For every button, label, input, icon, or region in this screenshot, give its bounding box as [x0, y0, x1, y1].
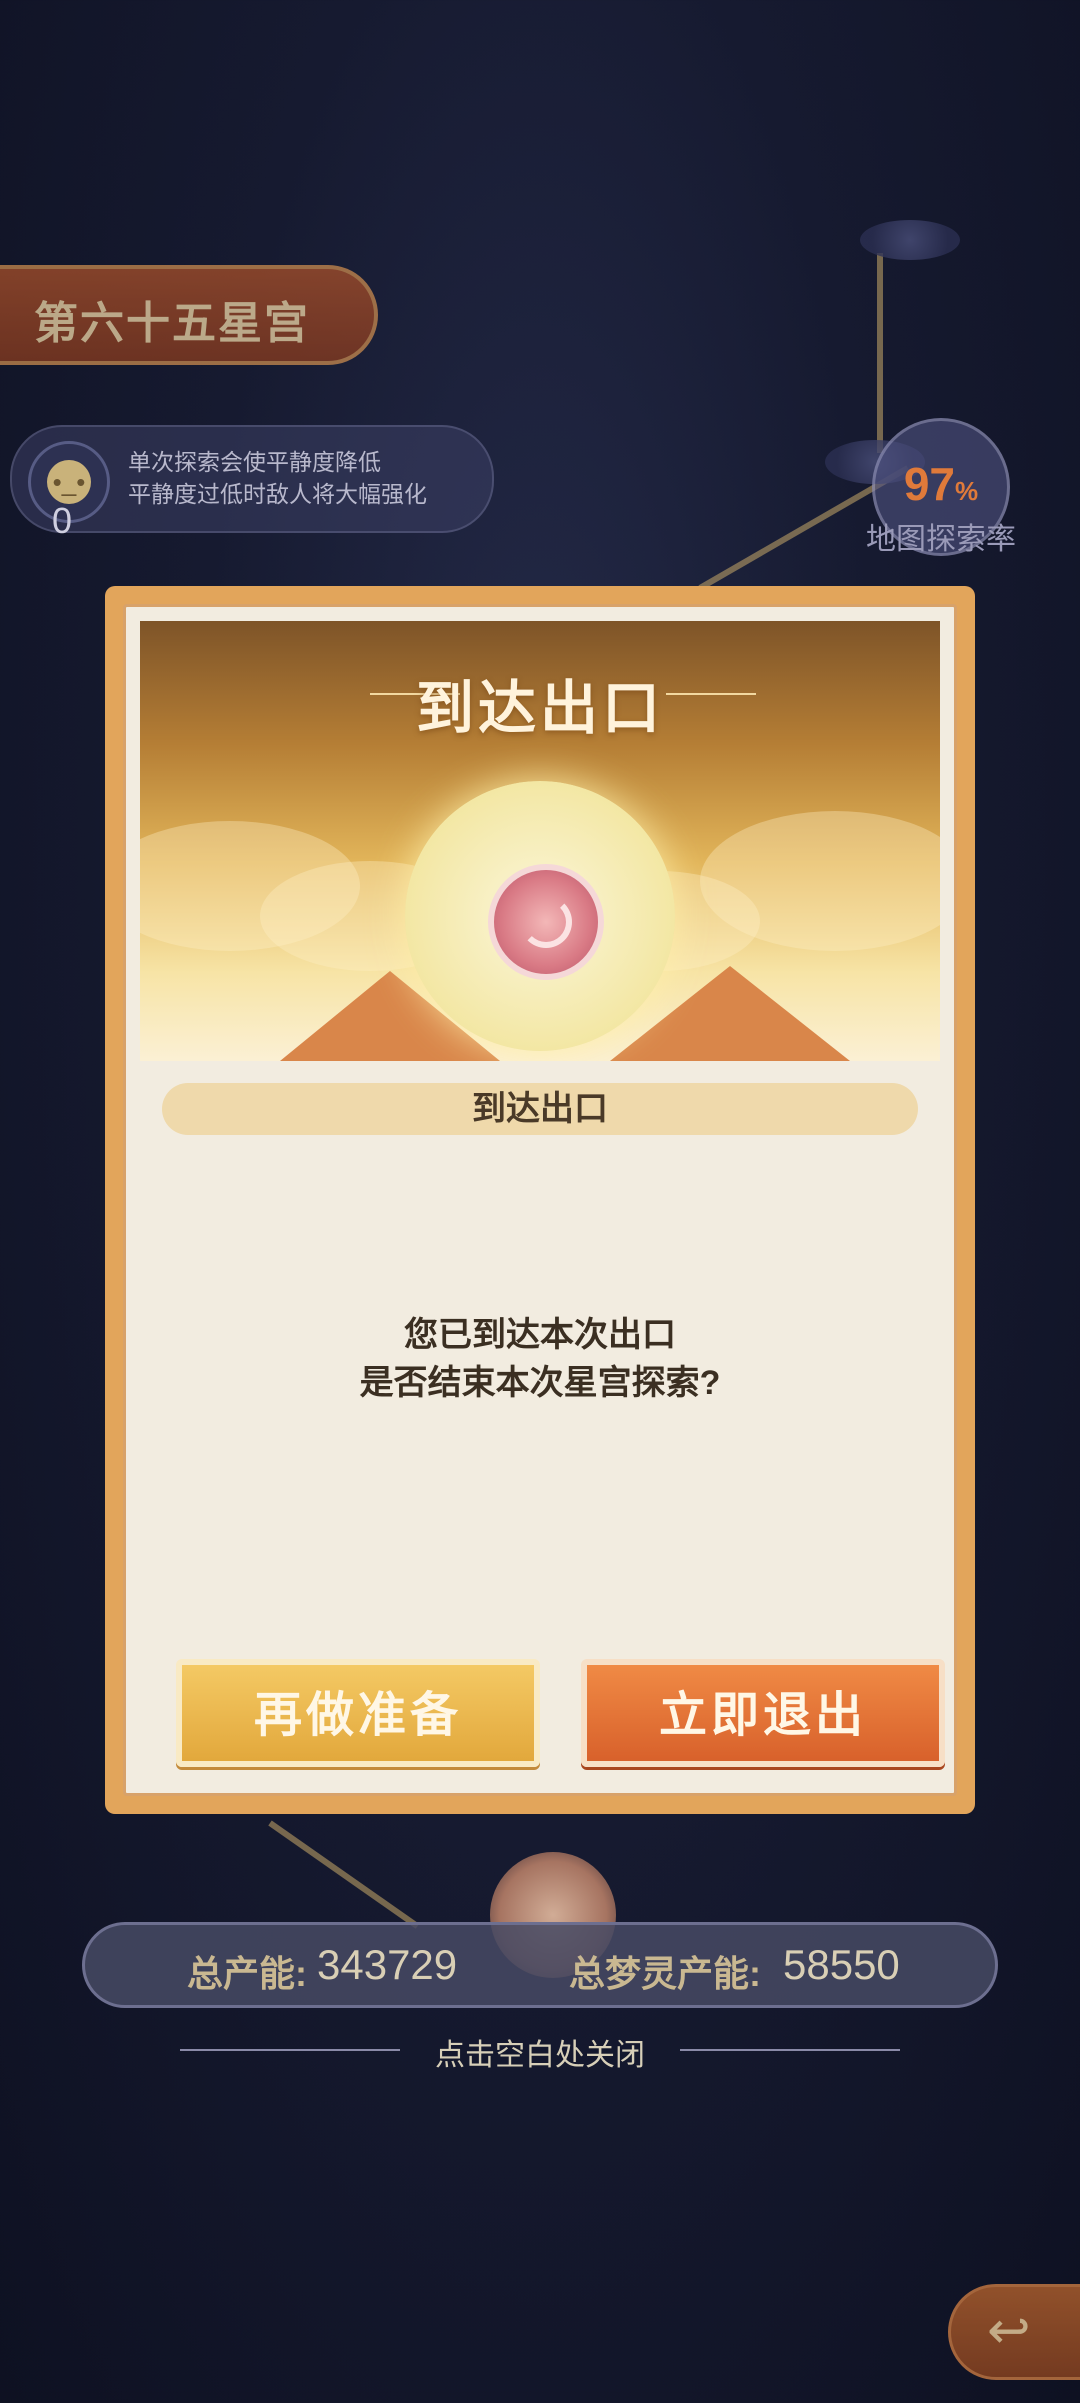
map-node [860, 220, 960, 260]
spirit-production-label: 总梦灵产能: [569, 1953, 761, 1994]
prepare-again-button[interactable]: 再做准备 [176, 1659, 540, 1767]
calm-count: 0 [52, 500, 73, 541]
exit-now-button[interactable]: 立即退出 [581, 1659, 945, 1767]
total-production-label: 总产能: [187, 1953, 307, 1994]
spirit-production-value: 58550 [783, 1941, 900, 1988]
stage-name: 第六十五星宫 [34, 298, 310, 349]
back-arrow-icon: ↩ [987, 2302, 1031, 2360]
exploration-rate-label: 地图探索率 [866, 523, 1016, 556]
calm-line-1: 单次探索会使平静度降低 [128, 449, 381, 475]
calm-description: 单次探索会使平静度降低 平静度过低时敌人将大幅强化 [128, 446, 427, 510]
tap-to-close-hint[interactable]: 点击空白处关闭 [0, 2030, 1080, 2074]
exit-orb-icon [405, 781, 675, 1051]
dialog-subtitle: 到达出口 [162, 1083, 918, 1135]
map-path [877, 253, 883, 453]
stage-banner: 第六十五星宫 [0, 265, 378, 365]
dialog-message: 您已到达本次出口 是否结束本次星宫探索? [126, 1311, 954, 1407]
message-line-2: 是否结束本次星宫探索? [359, 1364, 721, 1402]
swirl-icon [488, 864, 604, 980]
production-totals: 总产能: 343729 总梦灵产能: 58550 [82, 1922, 998, 2008]
dialog-body: 到达出口 到达出口 您已到达本次出口 是否结束本次星宫探索? 再做准备 立即退出 [123, 604, 957, 1796]
map-path [268, 1820, 420, 1929]
exploration-rate-value: 97 [903, 458, 956, 510]
dialog-title: 到达出口 [415, 674, 664, 742]
total-production-value: 343729 [317, 1941, 458, 1988]
exploration-rate-unit: % [955, 476, 979, 506]
calm-line-2: 平静度过低时敌人将大幅强化 [128, 481, 427, 507]
exit-dialog: 到达出口 到达出口 您已到达本次出口 是否结束本次星宫探索? 再做准备 立即退出 [105, 586, 975, 1814]
back-button[interactable]: ↩ [948, 2284, 1080, 2380]
dialog-header-art: 到达出口 [140, 621, 940, 1061]
message-line-1: 您已到达本次出口 [404, 1316, 676, 1354]
